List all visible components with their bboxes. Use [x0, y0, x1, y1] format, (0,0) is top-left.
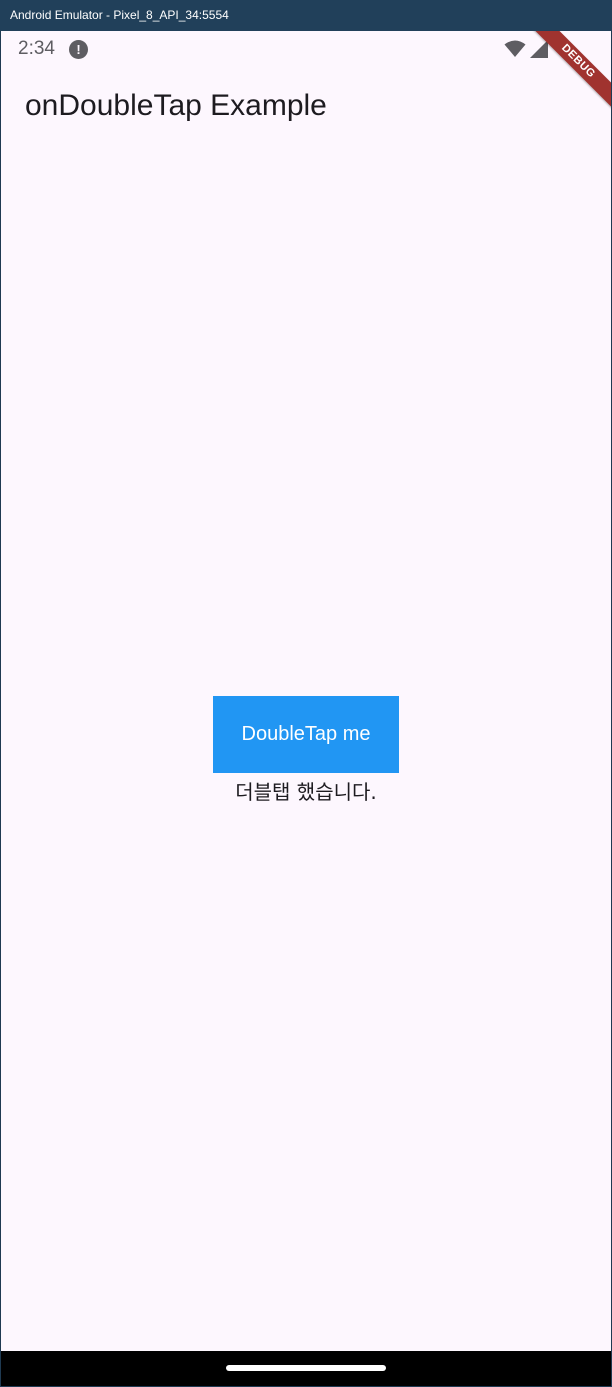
- status-bar: 2:34 !: [1, 31, 611, 71]
- wifi-icon: [504, 40, 526, 57]
- home-gesture-handle[interactable]: [226, 1365, 386, 1371]
- exclamation-circle-icon: !: [69, 40, 88, 59]
- device-screen: 2:34 ! DEBUG onDoubleTap Example DoubleT…: [1, 31, 611, 1351]
- window-titlebar: Android Emulator - Pixel_8_API_34:5554: [0, 0, 612, 31]
- navigation-bar: [1, 1351, 611, 1386]
- status-time: 2:34: [18, 38, 55, 59]
- cellular-signal-icon: [530, 40, 548, 58]
- window-title: Android Emulator - Pixel_8_API_34:5554: [10, 8, 229, 22]
- double-tap-button-label: DoubleTap me: [241, 723, 371, 745]
- page-title: onDoubleTap Example: [25, 89, 327, 122]
- double-tap-result-text: 더블탭 했습니다.: [235, 780, 377, 804]
- center-content: DoubleTap me 더블탭 했습니다.: [1, 696, 611, 805]
- double-tap-button[interactable]: DoubleTap me: [213, 696, 399, 773]
- emulator-window: Android Emulator - Pixel_8_API_34:5554 2…: [0, 0, 612, 1387]
